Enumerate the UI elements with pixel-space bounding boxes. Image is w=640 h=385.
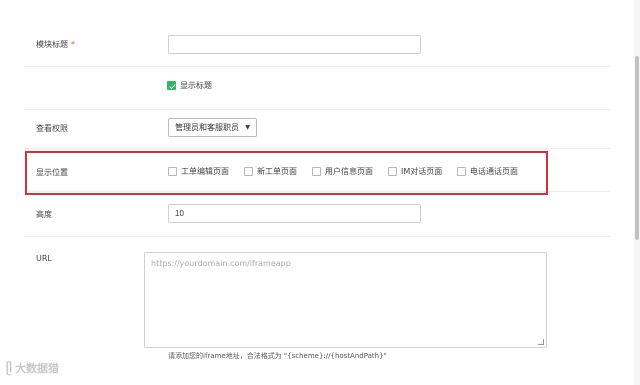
watermark: ᥫ 大数据猎 <box>6 360 59 376</box>
checkbox-checked-icon <box>167 81 176 90</box>
highlight-box <box>25 151 548 195</box>
watermark-text: 大数据猎 <box>15 362 60 375</box>
scrollbar-thumb[interactable] <box>635 56 639 240</box>
dropdown-arrow-icon: ▼ <box>245 124 250 131</box>
view-permission-value: 管理员和客服职员 <box>175 123 239 132</box>
resize-handle-icon[interactable] <box>538 339 544 345</box>
url-placeholder: https://yourdomain.com/iframeapp <box>151 259 291 268</box>
required-mark: * <box>71 40 75 49</box>
height-input[interactable] <box>168 204 421 223</box>
show-title-checkbox[interactable]: 显示标题 <box>167 80 212 91</box>
url-hint: 请添加您的iframe地址，合法格式为 "{scheme}://{hostAnd… <box>168 352 387 360</box>
view-permission-select[interactable]: 管理员和客服职员 ▼ <box>168 118 257 137</box>
watermark-logo-icon: ᥫ <box>6 360 13 375</box>
module-title-label: 模块标题 * <box>36 40 75 49</box>
show-title-label: 显示标题 <box>180 81 212 90</box>
url-label: URL <box>36 254 52 263</box>
iframe-module-form: 模块标题 * 显示标题 查看权限 管理员和客服职员 ▼ 显示位置 工单编辑页面 新… <box>0 0 640 385</box>
scrollbar[interactable] <box>634 0 640 385</box>
view-permission-row: 查看权限 管理员和客服职员 ▼ <box>24 110 610 149</box>
show-title-row: 显示标题 <box>24 67 610 110</box>
height-row: 高度 <box>24 192 610 237</box>
url-textarea[interactable]: https://yourdomain.com/iframeapp <box>144 252 547 348</box>
module-title-input[interactable] <box>168 35 421 54</box>
module-title-row: 模块标题 * <box>24 23 610 67</box>
view-permission-label: 查看权限 <box>36 124 68 133</box>
height-label: 高度 <box>36 210 52 219</box>
